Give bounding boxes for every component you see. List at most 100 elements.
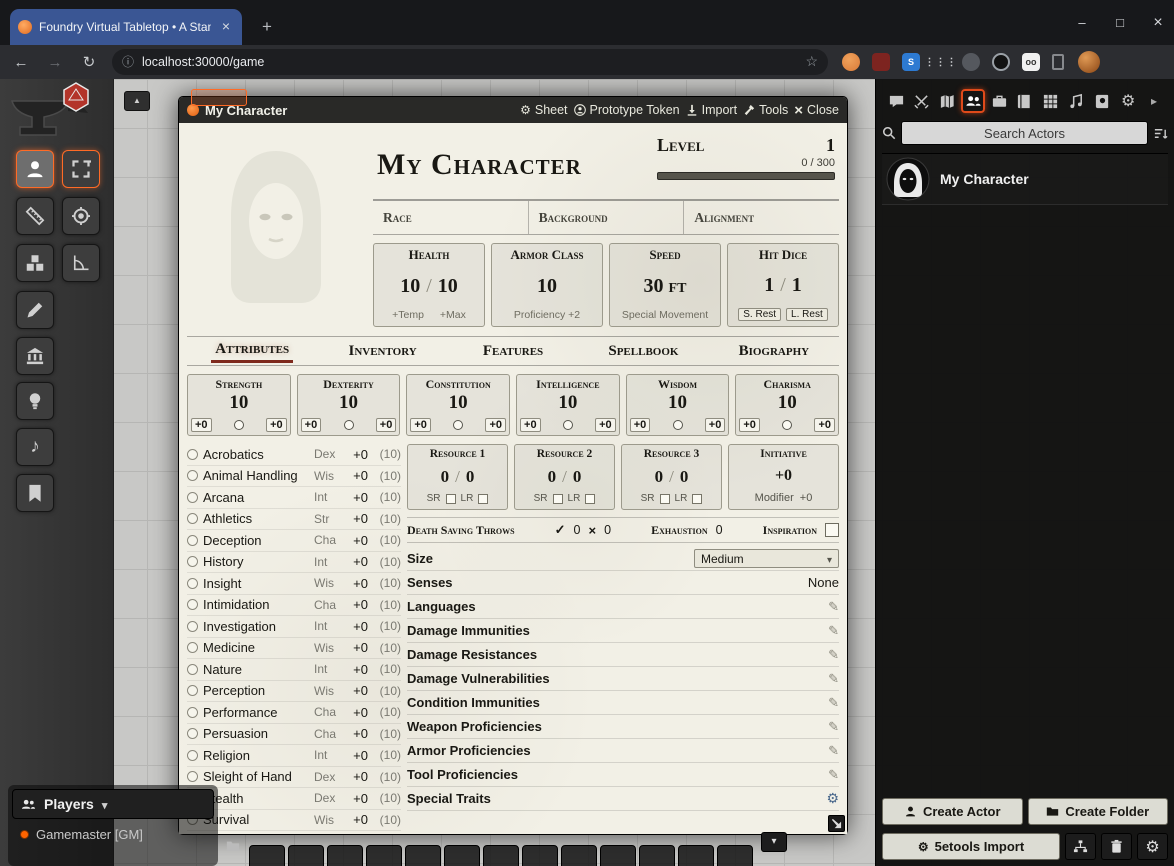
- tile-controls-button[interactable]: [16, 244, 54, 282]
- search-actors-input[interactable]: [901, 121, 1148, 145]
- skill-row[interactable]: Nature Int +0 (10): [187, 659, 401, 681]
- window-resize-handle[interactable]: [828, 815, 845, 832]
- close-sheet-button[interactable]: Close: [794, 102, 839, 119]
- window-header[interactable]: My Character Sheet Prototype Token Impor…: [179, 97, 847, 123]
- ability-name[interactable]: Wisdom: [658, 377, 697, 392]
- window-minimize-button[interactable]: [1074, 15, 1090, 30]
- tab-inventory[interactable]: Inventory: [317, 337, 447, 365]
- site-info-icon[interactable]: [122, 53, 134, 71]
- save-proficiency-toggle[interactable]: [563, 420, 573, 430]
- window-maximize-button[interactable]: [1112, 15, 1128, 30]
- character-name-input[interactable]: My Character: [377, 135, 657, 195]
- skill-name[interactable]: Survival: [203, 812, 309, 827]
- skill-proficiency-toggle[interactable]: [187, 513, 198, 524]
- alignment-field[interactable]: Alignment: [683, 201, 839, 234]
- note-controls-button[interactable]: [16, 474, 54, 512]
- skill-proficiency-toggle[interactable]: [187, 492, 198, 503]
- hotbar-slot[interactable]: [522, 845, 558, 866]
- skill-proficiency-toggle[interactable]: [187, 707, 198, 718]
- resource-label[interactable]: Resource 2: [537, 448, 593, 460]
- skill-name[interactable]: Religion: [203, 748, 309, 763]
- resource-max-input[interactable]: 0: [573, 467, 582, 487]
- hotbar-slot[interactable]: [249, 845, 285, 866]
- skill-proficiency-toggle[interactable]: [187, 771, 198, 782]
- resource-value-input[interactable]: 0: [548, 467, 557, 487]
- ability-score-input[interactable]: 10: [558, 392, 577, 418]
- sr-checkbox[interactable]: [660, 494, 670, 504]
- skill-name[interactable]: Intimidation: [203, 597, 309, 612]
- ability-score-input[interactable]: 10: [339, 392, 358, 418]
- edit-icon[interactable]: [828, 742, 839, 760]
- tab-compendium[interactable]: [1090, 89, 1114, 113]
- url-text[interactable]: localhost:30000/game: [142, 55, 797, 69]
- hotbar-slot[interactable]: [483, 845, 519, 866]
- browser-profile-avatar[interactable]: [1078, 51, 1100, 73]
- special-movement-label[interactable]: Special Movement: [622, 309, 708, 321]
- skill-row[interactable]: Acrobatics Dex +0 (10): [187, 444, 401, 466]
- hit-dice-max[interactable]: 1: [792, 274, 802, 297]
- back-button[interactable]: [8, 54, 34, 71]
- skill-name[interactable]: Sleight of Hand: [203, 769, 309, 784]
- skill-proficiency-toggle[interactable]: [187, 599, 198, 610]
- macro-folder-button[interactable]: [224, 837, 242, 855]
- save-proficiency-toggle[interactable]: [453, 420, 463, 430]
- skill-row[interactable]: Insight Wis +0 (10): [187, 573, 401, 595]
- ability-box[interactable]: Strength 10 +0 +0: [187, 374, 291, 436]
- background-field[interactable]: Background: [528, 201, 684, 234]
- hotbar-slot[interactable]: [678, 845, 714, 866]
- skill-name[interactable]: Athletics: [203, 511, 309, 526]
- skill-proficiency-toggle[interactable]: [187, 685, 198, 696]
- skill-name[interactable]: Animal Handling: [203, 468, 309, 483]
- hp-max-input[interactable]: 10: [438, 275, 458, 298]
- ability-box[interactable]: Constitution 10 +0 +0: [406, 374, 510, 436]
- sitemap-button[interactable]: [1065, 833, 1096, 860]
- extension-outline-icon[interactable]: [1052, 54, 1064, 70]
- ability-save[interactable]: +0: [485, 418, 506, 432]
- extension-ring-icon[interactable]: [992, 53, 1010, 71]
- lr-checkbox[interactable]: [478, 494, 488, 504]
- actor-name[interactable]: My Character: [940, 171, 1029, 187]
- skill-row[interactable]: Medicine Wis +0 (10): [187, 638, 401, 660]
- target-tool-button[interactable]: [62, 197, 100, 235]
- tab-attributes[interactable]: Attributes: [187, 337, 317, 365]
- ability-name[interactable]: Strength: [215, 377, 262, 392]
- actor-avatar[interactable]: [886, 157, 930, 201]
- save-proficiency-toggle[interactable]: [673, 420, 683, 430]
- special-traits-config-icon[interactable]: [826, 790, 839, 808]
- resource-value-input[interactable]: 0: [441, 467, 450, 487]
- inspiration-checkbox[interactable]: [825, 523, 839, 537]
- tempmax-hp-label[interactable]: +Max: [440, 309, 466, 321]
- skill-proficiency-toggle[interactable]: [187, 578, 198, 589]
- skill-name[interactable]: Investigation: [203, 619, 309, 634]
- skill-proficiency-toggle[interactable]: [187, 642, 198, 653]
- skill-name[interactable]: History: [203, 554, 309, 569]
- tab-biography[interactable]: Biography: [709, 337, 839, 365]
- skill-row[interactable]: Perception Wis +0 (10): [187, 681, 401, 703]
- death-success-count[interactable]: 0: [574, 523, 581, 537]
- skill-name[interactable]: Deception: [203, 533, 309, 548]
- players-header[interactable]: Players: [12, 789, 214, 819]
- ability-save[interactable]: +0: [595, 418, 616, 432]
- death-fail-count[interactable]: 0: [604, 523, 611, 537]
- ability-box[interactable]: Charisma 10 +0 +0: [735, 374, 839, 436]
- edit-icon[interactable]: [828, 766, 839, 784]
- skill-row[interactable]: Sleight of Hand Dex +0 (10): [187, 767, 401, 789]
- foundry-anvil-logo[interactable]: [4, 81, 104, 148]
- prototype-token-button[interactable]: Prototype Token: [574, 103, 680, 117]
- ability-name[interactable]: Charisma: [764, 377, 811, 392]
- skill-row[interactable]: Performance Cha +0 (10): [187, 702, 401, 724]
- edit-icon[interactable]: [828, 718, 839, 736]
- long-rest-button[interactable]: L. Rest: [786, 308, 828, 321]
- ability-save[interactable]: +0: [266, 418, 287, 432]
- resource-max-input[interactable]: 0: [680, 467, 689, 487]
- skill-proficiency-toggle[interactable]: [187, 664, 198, 675]
- address-bar[interactable]: localhost:30000/game: [112, 49, 828, 75]
- window-close-button[interactable]: [1150, 14, 1166, 32]
- exhaustion-value[interactable]: 0: [716, 523, 723, 537]
- new-tab-button[interactable]: [256, 16, 278, 38]
- hotbar-slot[interactable]: [327, 845, 363, 866]
- extension-gray-circle-icon[interactable]: [962, 53, 980, 71]
- skill-row[interactable]: Investigation Int +0 (10): [187, 616, 401, 638]
- token-controls-button[interactable]: [16, 150, 54, 188]
- save-proficiency-toggle[interactable]: [234, 420, 244, 430]
